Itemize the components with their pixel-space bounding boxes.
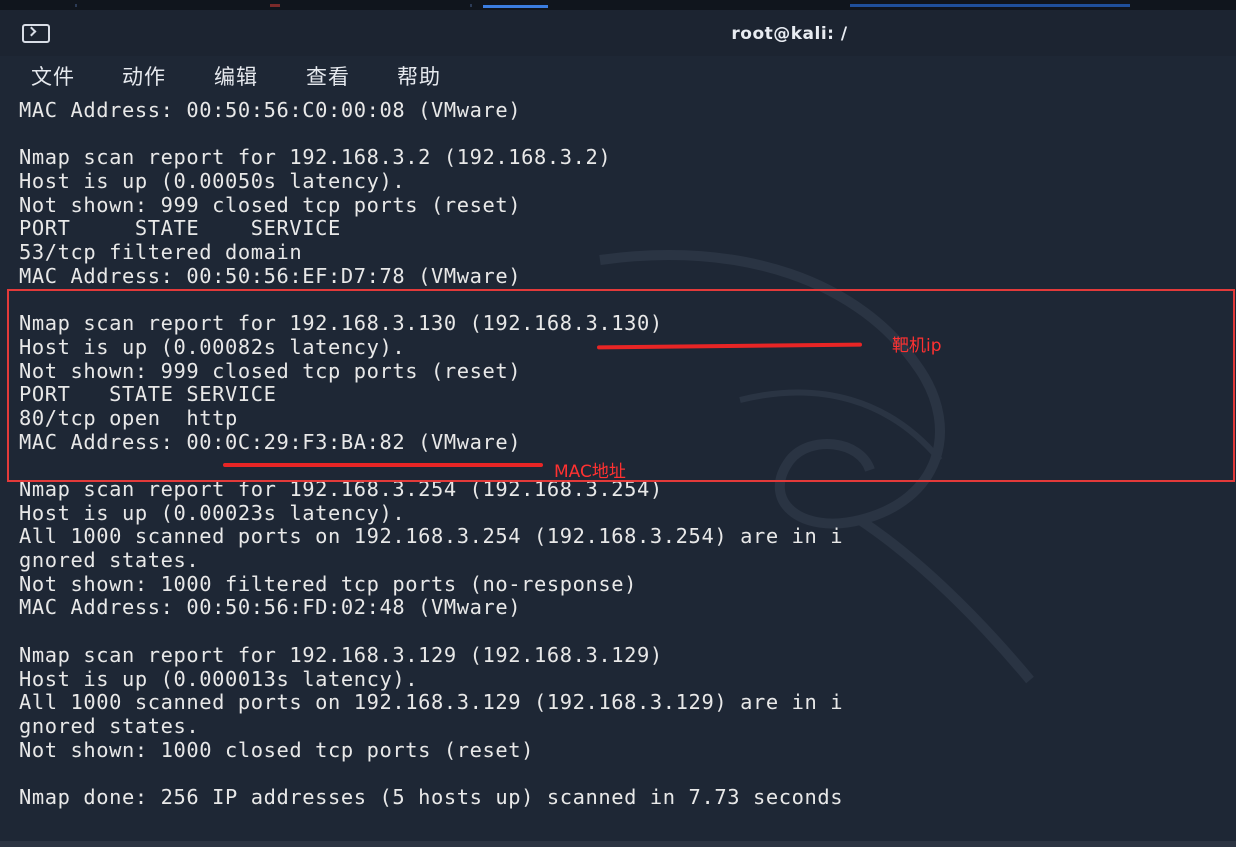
menu-file[interactable]: 文件 <box>31 61 75 91</box>
label-target-ip: 靶机ip <box>892 336 942 356</box>
terminal-line: Nmap scan report for 192.168.3.2 (192.16… <box>19 145 612 170</box>
taskbar-active-indicator <box>483 5 548 8</box>
terminal-line: Nmap scan report for 192.168.3.129 (192.… <box>19 642 663 667</box>
menu-view[interactable]: 查看 <box>306 61 350 91</box>
taskbar-divider <box>470 4 472 7</box>
terminal-line: MAC Address: 00:50:56:EF:D7:78 (VMware) <box>19 263 522 288</box>
highlight-box <box>7 289 1235 482</box>
terminal-line: Host is up (0.00023s latency). <box>19 500 406 525</box>
underline-mac <box>223 463 543 467</box>
terminal-line: Not shown: 999 closed tcp ports (reset) <box>19 192 522 217</box>
window-title: root@kali: / <box>731 24 848 44</box>
terminal-line: Not shown: 1000 closed tcp ports (reset) <box>19 737 535 762</box>
label-mac: MAC地址 <box>554 462 626 482</box>
terminal-line: Host is up (0.000013s latency). <box>19 666 419 691</box>
terminal-window: root@kali: / 文件 动作 编辑 查看 帮助 MAC Address:… <box>0 0 1236 847</box>
taskbar-item <box>270 4 280 7</box>
terminal-line: Host is up (0.00050s latency). <box>19 169 406 194</box>
terminal-line: MAC Address: 00:50:56:C0:00:08 (VMware) <box>19 98 522 122</box>
menu-bar: 文件 动作 编辑 查看 帮助 <box>0 56 1236 96</box>
terminal-line: gnored states. <box>19 548 200 573</box>
terminal-line: All 1000 scanned ports on 192.168.3.254 … <box>19 524 844 549</box>
terminal-line: Nmap done: 256 IP addresses (5 hosts up)… <box>19 784 844 809</box>
terminal-line: PORT STATE SERVICE <box>19 216 341 241</box>
menu-help[interactable]: 帮助 <box>397 61 441 91</box>
bottom-border <box>0 841 1236 847</box>
terminal-line: All 1000 scanned ports on 192.168.3.129 … <box>19 690 844 715</box>
taskbar-strip <box>0 0 1236 10</box>
terminal-line: MAC Address: 00:50:56:FD:02:48 (VMware) <box>19 595 522 620</box>
menu-edit[interactable]: 编辑 <box>214 61 258 91</box>
taskbar-graph <box>850 4 1130 7</box>
terminal-line: 53/tcp filtered domain <box>19 240 303 265</box>
taskbar-divider <box>75 4 77 7</box>
menu-action[interactable]: 动作 <box>122 61 166 91</box>
terminal-line: Not shown: 1000 filtered tcp ports (no-r… <box>19 571 638 596</box>
terminal-line: gnored states. <box>19 713 200 738</box>
title-bar: root@kali: / <box>0 10 1236 56</box>
